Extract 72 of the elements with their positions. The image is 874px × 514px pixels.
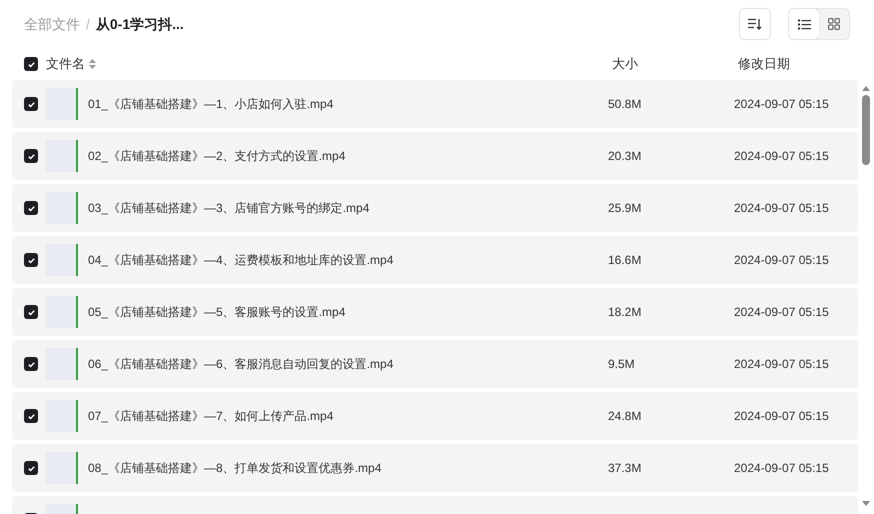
check-icon bbox=[26, 152, 36, 160]
column-header[interactable]: 大小 bbox=[612, 54, 738, 74]
video-thumbnail bbox=[46, 348, 78, 380]
file-name: 07_《店铺基础搭建》—7、如何上传产品.mp4 bbox=[88, 408, 334, 425]
scrollbar-thumb[interactable] bbox=[862, 95, 870, 165]
scroll-down-icon[interactable] bbox=[862, 501, 870, 506]
list-view-icon bbox=[798, 18, 810, 30]
checkbox[interactable] bbox=[24, 201, 38, 215]
video-thumbnail bbox=[46, 140, 78, 172]
file-row[interactable]: 03_《店铺基础搭建》—3、店铺官方账号的绑定.mp4 25.9M 2024-09-07 05:15 bbox=[12, 184, 858, 232]
video-thumbnail bbox=[46, 244, 78, 276]
modified-date: 2024-09-07 05:15 bbox=[734, 252, 829, 269]
file-size: 37.3M bbox=[608, 460, 642, 477]
sort-caret-icon bbox=[89, 59, 96, 69]
check-icon bbox=[26, 464, 36, 472]
sort-button[interactable] bbox=[739, 8, 771, 40]
checkbox[interactable] bbox=[24, 149, 38, 163]
checkbox[interactable] bbox=[24, 97, 38, 111]
column-header[interactable]: 文件名 bbox=[46, 54, 85, 74]
checkbox[interactable] bbox=[24, 305, 38, 319]
checkbox[interactable] bbox=[24, 253, 38, 267]
modified-date: 2024-09-07 05:15 bbox=[734, 148, 829, 165]
file-size: 18.2M bbox=[608, 304, 642, 321]
modified-date: 2024-09-07 05:15 bbox=[734, 460, 829, 477]
file-size: 25.9M bbox=[608, 200, 642, 217]
file-size: 20.3M bbox=[608, 148, 642, 165]
modified-date: 2024-09-07 05:15 bbox=[734, 304, 829, 321]
file-name: 05_《店铺基础搭建》—5、客服账号的设置.mp4 bbox=[88, 304, 346, 321]
check-icon bbox=[26, 100, 36, 108]
scroll-up-icon[interactable] bbox=[862, 86, 870, 91]
file-size: 9.5M bbox=[608, 356, 636, 373]
video-thumbnail bbox=[46, 192, 78, 224]
file-name: 08_《店铺基础搭建》—8、打单发货和设置优惠券.mp4 bbox=[88, 460, 382, 477]
file-name: 06_《店铺基础搭建》—6、客服消息自动回复的设置.mp4 bbox=[88, 356, 394, 373]
checkbox[interactable] bbox=[24, 357, 38, 371]
modified-date: 2024-09-07 05:15 bbox=[734, 356, 829, 373]
check-icon bbox=[26, 204, 36, 212]
file-name: 04_《店铺基础搭建》—4、运费模板和地址库的设置.mp4 bbox=[88, 252, 394, 269]
file-size: 16.6M bbox=[608, 252, 642, 269]
video-thumbnail bbox=[46, 88, 78, 120]
modified-date: 2024-09-07 05:15 bbox=[734, 96, 829, 113]
file-row[interactable]: 05_《店铺基础搭建》—5、客服账号的设置.mp4 18.2M 2024-09-07 05:15 bbox=[12, 288, 858, 336]
file-name: 02_《店铺基础搭建》—2、支付方式的设置.mp4 bbox=[88, 148, 346, 165]
breadcrumb-item: 从0-1学习抖... bbox=[96, 14, 184, 34]
checkbox[interactable] bbox=[24, 57, 38, 71]
video-thumbnail bbox=[46, 400, 78, 432]
video-thumbnail bbox=[46, 452, 78, 484]
file-row[interactable]: 01_《店铺基础搭建》—1、小店如何入驻.mp4 50.8M 2024-09-07 05:15 bbox=[12, 80, 858, 128]
column-header[interactable]: 修改日期 bbox=[738, 54, 790, 74]
file-row[interactable]: 07_《店铺基础搭建》—7、如何上传产品.mp4 24.8M 2024-09-07 05:15 bbox=[12, 392, 858, 440]
breadcrumb-separator: / bbox=[86, 14, 90, 34]
checkbox[interactable] bbox=[24, 409, 38, 423]
file-row[interactable]: 02_《店铺基础搭建》—2、支付方式的设置.mp4 20.3M 2024-09-07 05:15 bbox=[12, 132, 858, 180]
video-thumbnail bbox=[46, 296, 78, 328]
sort-icon bbox=[748, 18, 762, 30]
file-name: 03_《店铺基础搭建》—3、店铺官方账号的绑定.mp4 bbox=[88, 200, 370, 217]
modified-date: 2024-09-07 05:15 bbox=[734, 200, 829, 217]
view-mode-button[interactable] bbox=[789, 9, 819, 39]
check-icon bbox=[26, 308, 36, 316]
file-row[interactable]: 06_《店铺基础搭建》—6、客服消息自动回复的设置.mp4 9.5M 2024-09-07 05:15 bbox=[12, 340, 858, 388]
check-icon bbox=[26, 360, 36, 368]
check-icon bbox=[26, 412, 36, 420]
file-size: 50.8M bbox=[608, 96, 642, 113]
check-icon bbox=[26, 256, 36, 264]
checkbox[interactable] bbox=[24, 461, 38, 475]
file-name: 01_《店铺基础搭建》—1、小店如何入驻.mp4 bbox=[88, 96, 334, 113]
modified-date: 2024-09-07 05:15 bbox=[734, 408, 829, 425]
file-size: 24.8M bbox=[608, 408, 642, 425]
check-icon bbox=[26, 60, 36, 68]
file-row[interactable]: 04_《店铺基础搭建》—4、运费模板和地址库的设置.mp4 16.6M 2024-09-07 05:15 bbox=[12, 236, 858, 284]
file-row[interactable]: 08_《店铺基础搭建》—8、打单发货和设置优惠券.mp4 37.3M 2024-09-07 05:15 bbox=[12, 444, 858, 492]
grid-view-icon bbox=[828, 18, 840, 30]
